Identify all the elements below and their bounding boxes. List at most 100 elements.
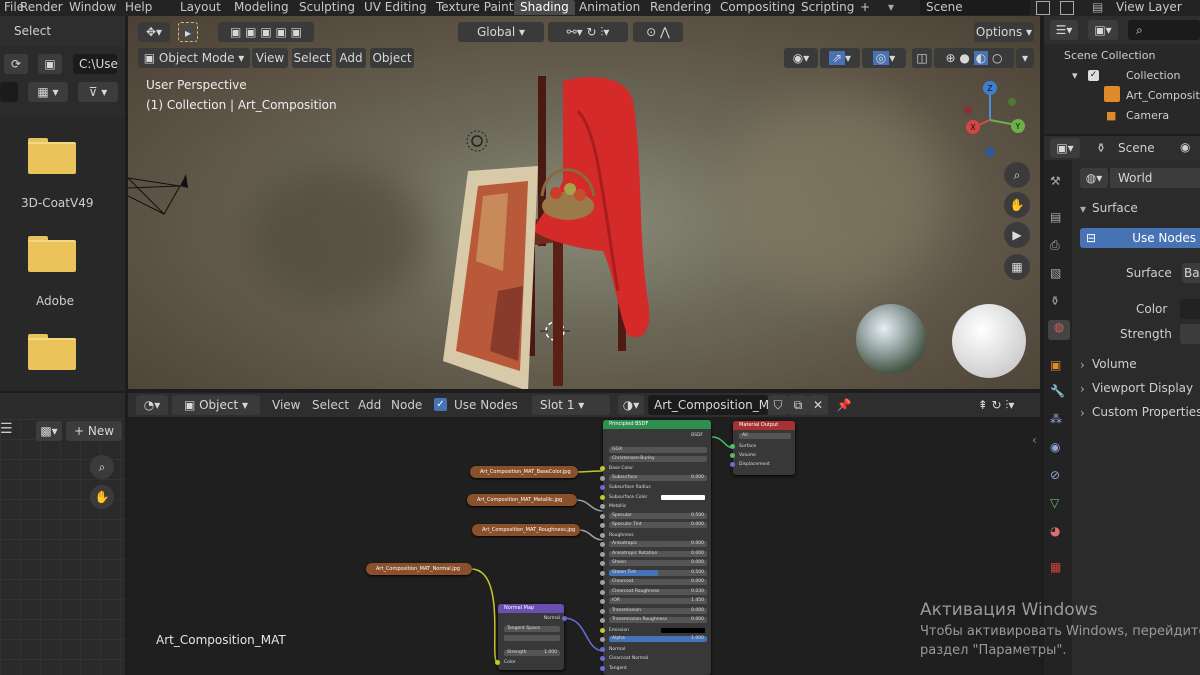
world-name-field[interactable]: World (1110, 168, 1200, 188)
color-swatch[interactable] (661, 494, 705, 500)
bsdf-input-row[interactable]: Subsurface 0.000 (609, 474, 707, 481)
bsdf-input-row[interactable]: Specular 0.500 (609, 512, 707, 519)
bsdf-input-row[interactable]: Transmission 0.000 (609, 607, 707, 614)
volume-section-label[interactable]: Volume (1092, 357, 1137, 371)
shader-node-editor[interactable]: ◔▾ ▣ Object ▾ View Select Add Node ✓ Use… (128, 393, 1040, 675)
socket-dot[interactable] (600, 618, 605, 623)
collection-checkbox[interactable]: ✓ (1088, 70, 1099, 81)
display-mode-icon[interactable]: ▣▾ (1088, 20, 1118, 40)
bsdf-input-row[interactable]: Sheen Tint 0.500 (609, 569, 707, 576)
folder-label[interactable]: 3D-CoatV49 (21, 196, 93, 210)
expand-arrow-icon[interactable]: › (1080, 358, 1085, 372)
image-editor-panel[interactable]: ☰ ▩▾ + New ⌕ ✋ (0, 393, 125, 675)
socket-dot[interactable] (600, 475, 605, 481)
principled-bsdf-node[interactable]: Principled BSDF BSDF GGX Christensen-Bur… (600, 420, 711, 675)
space-dropdown[interactable]: Tangent Space (504, 626, 560, 632)
texture-tab-icon[interactable]: ▦ (1050, 560, 1061, 574)
bsdf-input-row[interactable]: Specular Tint 0.000 (609, 522, 707, 528)
bsdf-input-row[interactable]: Subsurface Color (609, 494, 707, 501)
custom-properties-section-label[interactable]: Custom Properties (1092, 405, 1200, 419)
select-menu[interactable]: Select (14, 24, 51, 38)
xray-icon[interactable]: ◫ (912, 48, 932, 68)
socket-dot[interactable] (600, 561, 605, 566)
proportional-editing-icon[interactable]: ⊙ ⋀ (633, 22, 683, 42)
socket-dot[interactable] (600, 551, 605, 557)
image-texture-node[interactable]: Art_Composition_MAT_Roughness.jpg (472, 524, 580, 536)
outliner-item[interactable]: Art_Composition (1126, 89, 1200, 102)
output-tab-icon[interactable]: ⎙ (1050, 238, 1060, 253)
menu-render[interactable]: Render (20, 0, 63, 15)
view-layer-selector[interactable]: View Layer (1116, 0, 1182, 15)
image-texture-node[interactable]: Art_Composition_MAT_BaseColor.jpg (470, 466, 578, 478)
render-tab-icon[interactable]: ▤ (1050, 210, 1061, 224)
tab-shading[interactable]: Shading (514, 0, 575, 15)
options-dropdown[interactable]: Options ▾ (974, 22, 1034, 42)
navigation-gizmo[interactable]: Z X Y (964, 80, 1038, 170)
scene-icon[interactable]: ▾ (888, 0, 894, 15)
bsdf-input-row[interactable]: Anisotropic 0.000 (609, 541, 707, 547)
view-menu[interactable]: View (252, 48, 288, 68)
gizmo-toggle-icon[interactable]: ⇗ ▾ (820, 48, 860, 68)
pivot-snap-icons[interactable]: ⚯▾ ↻ ⫶▾ (548, 22, 628, 42)
scene-selector[interactable]: Scene (920, 0, 1030, 15)
bsdf-input-row[interactable]: Sheen 0.000 (609, 560, 707, 566)
bsdf-input-row[interactable]: Clearcoat Roughness 0.030 (609, 588, 707, 595)
camera-object[interactable] (128, 166, 198, 226)
world-tab-icon[interactable]: ◍ (1048, 320, 1070, 340)
socket-dot[interactable] (730, 453, 735, 458)
sidebar-toggle-icon[interactable]: ‹ (1032, 433, 1037, 447)
orientation-dropdown[interactable]: Global ▾ (458, 22, 544, 42)
image-type-icon[interactable]: ▩▾ (36, 421, 62, 441)
outliner-collection[interactable]: Collection (1126, 69, 1180, 82)
bsdf-input-row[interactable]: Anisotropic Rotation 0.000 (609, 550, 707, 557)
select-tool-icon[interactable]: ▸ (178, 22, 198, 42)
strength-field[interactable]: Strength 1.000 (504, 650, 560, 656)
collapse-arrow-icon[interactable]: ▾ (1080, 202, 1086, 216)
use-nodes-button[interactable]: ⊟ Use Nodes (1080, 228, 1200, 248)
tab-layout[interactable]: Layout (180, 0, 221, 15)
bsdf-input-row[interactable]: Subsurface Radius (609, 484, 707, 491)
surface-shader-field[interactable]: Ba (1182, 263, 1200, 283)
visibility-icon[interactable]: ◉▾ (784, 48, 818, 68)
tab-texture-paint[interactable]: Texture Paint (436, 0, 513, 15)
material-tab-icon[interactable]: ◕ (1050, 524, 1060, 538)
menu-help[interactable]: Help (125, 0, 152, 15)
editor-type-icon[interactable]: ▣▾ (1050, 138, 1080, 158)
bsdf-input-row[interactable]: Alpha 1.000 (609, 636, 707, 642)
socket-dot[interactable] (600, 646, 605, 652)
tab-sculpting[interactable]: Sculpting (299, 0, 355, 15)
surface-section-label[interactable]: Surface (1092, 201, 1138, 215)
folder-icon[interactable] (28, 138, 76, 174)
world-browse-icon[interactable]: ◍▾ (1080, 168, 1108, 188)
socket-dot[interactable] (600, 485, 605, 490)
bsdf-input-row[interactable]: Roughness (609, 532, 707, 539)
editor-type-icon[interactable]: ✥▾ (138, 22, 170, 42)
subsurface-method-dropdown[interactable]: Christensen-Burley (609, 456, 707, 462)
modifier-tab-icon[interactable]: 🔧 (1050, 384, 1065, 398)
3d-viewport[interactable]: ✥▾ ▸ ▣ ▣ ▣ ▣ ▣ Global ▾ ⚯▾ ↻ ⫶▾ ⊙ ⋀ Opti… (128, 16, 1040, 389)
tab-compositing[interactable]: Compositing (720, 0, 795, 15)
socket-dot[interactable] (600, 570, 605, 576)
viewport-display-section-label[interactable]: Viewport Display (1092, 381, 1193, 395)
tab-animation[interactable]: Animation (579, 0, 640, 15)
pan-hand-icon[interactable]: ✋ (90, 485, 114, 509)
image-texture-node[interactable]: Art_Composition_MAT_Normal.jpg (366, 563, 472, 575)
object-mode-dropdown[interactable]: ▣ Object Mode ▾ (138, 48, 250, 68)
overlay-toggle-icon[interactable]: ◎ ▾ (862, 48, 906, 68)
filter-icon[interactable]: ⊽ ▾ (78, 82, 118, 102)
select-menu[interactable]: Select (292, 48, 332, 68)
tab-scripting[interactable]: Scripting (801, 0, 854, 15)
bsdf-input-row[interactable]: Emission (609, 627, 707, 634)
select-mode-icons[interactable]: ▣ ▣ ▣ ▣ ▣ (218, 22, 314, 42)
distribution-dropdown[interactable]: GGX (609, 447, 707, 453)
menu-window[interactable]: Window (69, 0, 116, 15)
bsdf-input-row[interactable]: Metallic (609, 503, 707, 510)
bsdf-input-row[interactable]: Clearcoat Normal (609, 655, 707, 662)
socket-dot[interactable] (730, 444, 735, 449)
particles-tab-icon[interactable]: ⁂ (1050, 412, 1062, 426)
color-swatch[interactable] (661, 627, 705, 633)
add-workspace-button[interactable]: + (860, 0, 870, 15)
outliner-scene-collection[interactable]: Scene Collection (1064, 49, 1155, 62)
expand-arrow-icon[interactable]: › (1080, 406, 1085, 420)
remove-scene-icon[interactable] (1060, 1, 1074, 15)
